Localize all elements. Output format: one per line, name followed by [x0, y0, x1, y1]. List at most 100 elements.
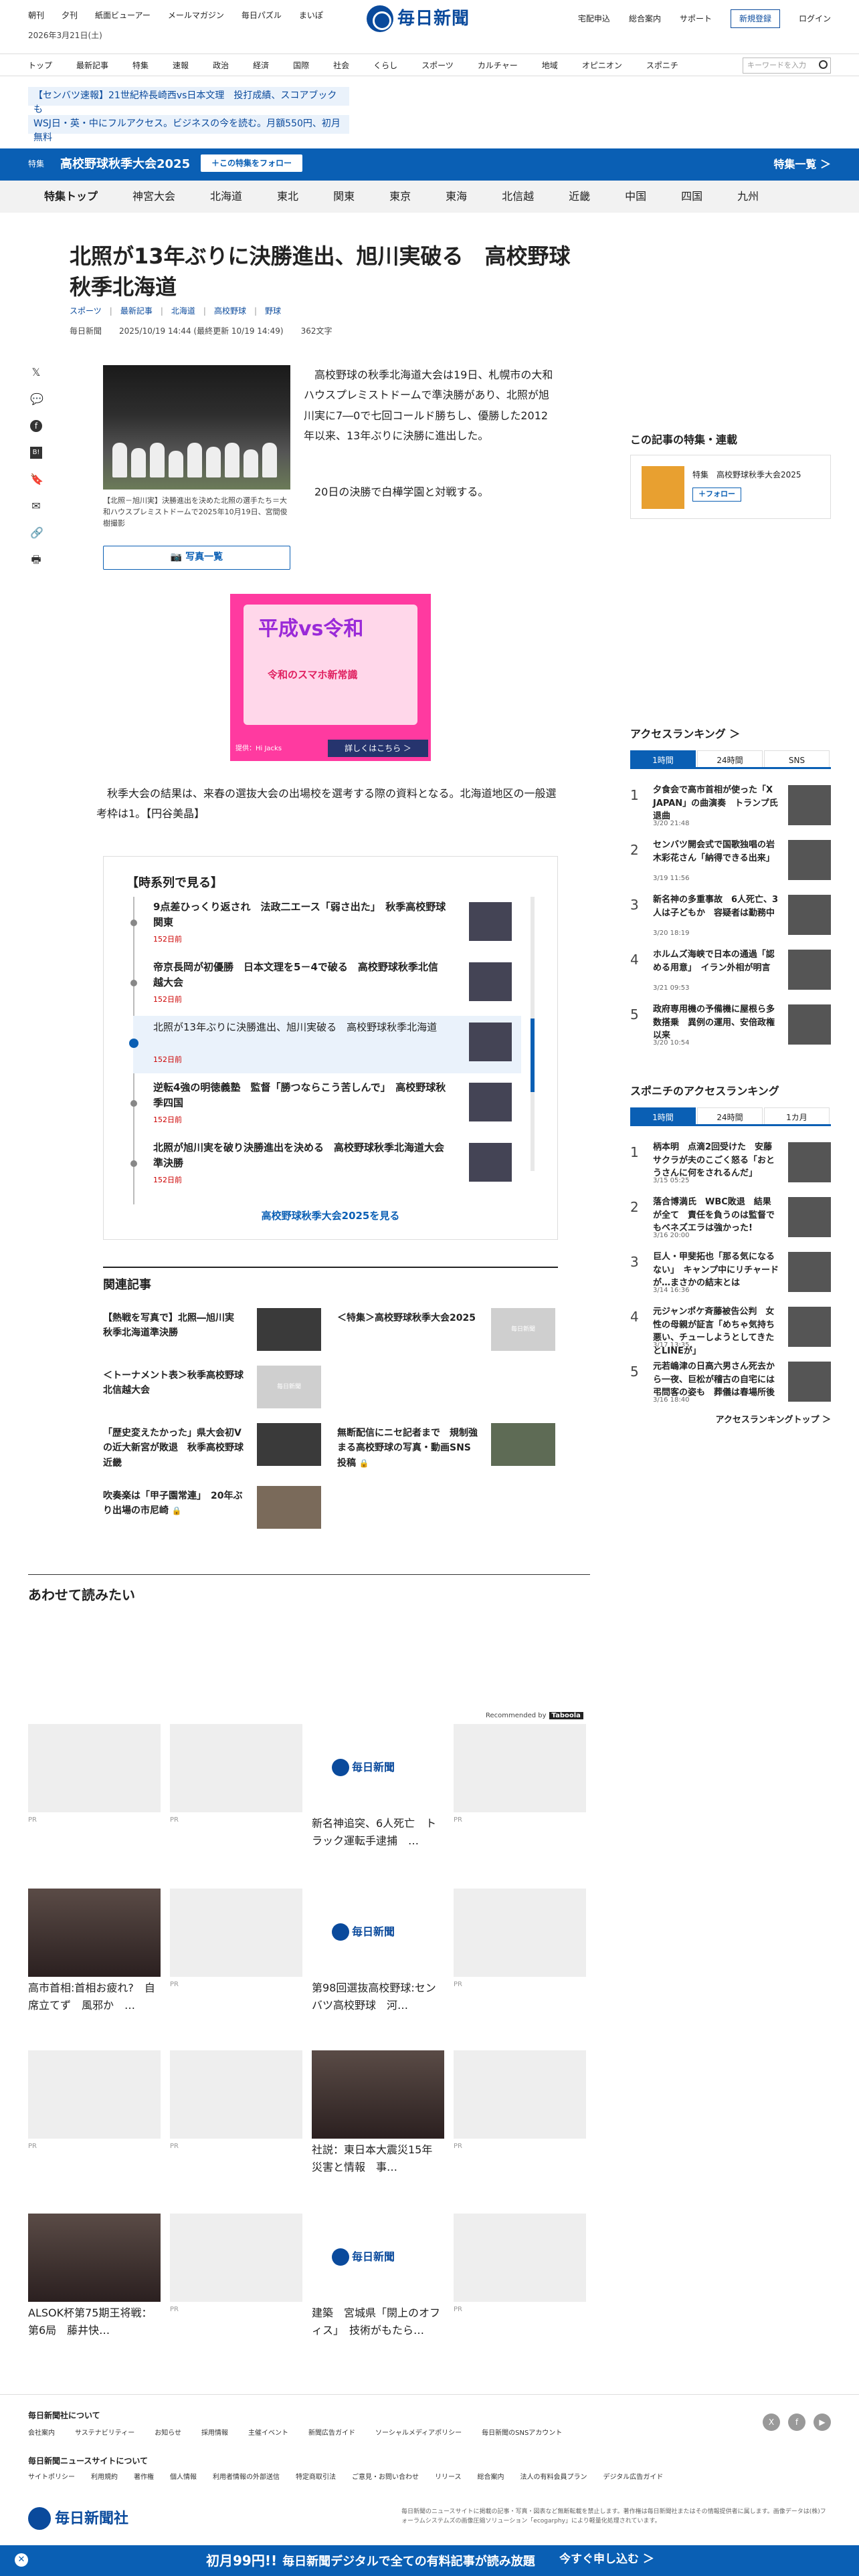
- cat-item[interactable]: 東京: [389, 189, 411, 205]
- recommend-card[interactable]: PR: [28, 2050, 161, 2151]
- cat-item[interactable]: 中国: [625, 189, 646, 205]
- recommend-card[interactable]: PR: [454, 1889, 586, 1990]
- breaking-banner[interactable]: 【センバツ速報】21世紀枠長崎西vs日本文理 投打成績、スコアブックも: [28, 87, 349, 115]
- comment-icon[interactable]: 💬: [30, 393, 43, 405]
- footer-link[interactable]: 総合案内: [478, 2472, 504, 2482]
- timeline-item[interactable]: 北照が旭川実を破り決勝進出を決める 高校野球秋季北海道大会準決勝 152日前: [130, 1136, 521, 1194]
- nav-item-opinion[interactable]: オピニオン: [582, 60, 622, 72]
- nav-item-feature[interactable]: 特集: [132, 60, 149, 72]
- recommend-card[interactable]: PR: [454, 2214, 586, 2315]
- timeline-item-current[interactable]: 北照が13年ぶりに決勝進出、旭川実破る 高校野球秋季北海道 152日前: [129, 1016, 521, 1073]
- recommend-card[interactable]: PR: [454, 2050, 586, 2151]
- tab-1m[interactable]: 1カ月: [764, 1107, 830, 1124]
- ranking-item[interactable]: 1 柄本明 点滴2回受けた 安藤サクラが夫のこごく怒る「おとうさんに何をされるんだ…: [630, 1136, 831, 1190]
- cat-item[interactable]: 東北: [277, 189, 298, 205]
- recommend-card[interactable]: PR: [170, 2050, 302, 2151]
- follow-feature-button[interactable]: ＋この特集をフォロー: [201, 154, 303, 172]
- related-item[interactable]: 無断配信にニセ記者まで 規制強まる高校野球の写真・動画SNS投稿 🔒: [337, 1423, 558, 1470]
- util-link-viewer[interactable]: 紙面ビューアー: [95, 9, 151, 21]
- related-item[interactable]: ＜特集＞高校野球秋季大会2025 毎日新聞: [337, 1308, 558, 1355]
- recommend-card[interactable]: PR: [454, 1724, 586, 1825]
- recommend-card[interactable]: 高市首相:首相お疲れ? 自席立てず 風邪か …: [28, 1889, 161, 2014]
- recommend-card[interactable]: ALSOK杯第75期王将戦：第6局 藤井快…: [28, 2214, 161, 2339]
- related-item[interactable]: 吹奏楽は「甲子園常連」 20年ぶり出場の市尼崎 🔒: [103, 1486, 324, 1533]
- footer-link[interactable]: サステナビリティー: [75, 2428, 134, 2438]
- feature-title[interactable]: 高校野球秋季大会2025: [60, 155, 190, 173]
- ranking-heading[interactable]: アクセスランキング ＞: [630, 726, 831, 742]
- close-icon[interactable]: ✕: [15, 2553, 28, 2567]
- recommend-card[interactable]: PR: [170, 2214, 302, 2315]
- ranking-item[interactable]: 5 元若嶋津の日高六男さん死去から一夜、巨松が稽古の自宅には弔問客の姿も 葬儀は春…: [630, 1355, 831, 1410]
- tag-link[interactable]: 高校野球: [214, 305, 246, 317]
- util-link-puzzle[interactable]: 毎日パズル: [242, 9, 282, 21]
- nav-item-culture[interactable]: カルチャー: [478, 60, 518, 72]
- recommend-card[interactable]: PR: [170, 1889, 302, 1990]
- cat-item[interactable]: 関東: [333, 189, 355, 205]
- footer-link[interactable]: サイトポリシー: [28, 2472, 75, 2482]
- tag-link[interactable]: スポーツ: [70, 305, 102, 317]
- ranking-item[interactable]: 3 新名神の多重事故 6人死亡、3人は子どもか 容疑者は勤務中 3/20 18:19: [630, 888, 831, 943]
- login-link[interactable]: ログイン: [799, 13, 831, 25]
- footer-link[interactable]: 毎日新聞のSNSアカウント: [482, 2428, 562, 2438]
- util-link-guide[interactable]: 総合案内: [629, 13, 661, 25]
- ad-banner[interactable]: 平成vs令和 令和のスマホ新常識 提供：Hi Jacks 詳しくはこちら ＞: [230, 594, 431, 761]
- search-icon[interactable]: [819, 60, 828, 69]
- recommend-card[interactable]: 毎日新聞 建築 宮城県「閖上のオフィス」 技術がもたら…: [312, 2214, 444, 2339]
- x-share-icon[interactable]: 𝕏: [30, 366, 42, 379]
- footer-link[interactable]: ソーシャルメディアポリシー: [375, 2428, 462, 2438]
- footer-company-logo[interactable]: 毎日新聞社: [28, 2507, 128, 2530]
- tag-link[interactable]: 北海道: [171, 305, 195, 317]
- bookmark-icon[interactable]: 🔖: [30, 473, 43, 486]
- timeline-item[interactable]: 帝京長岡が初優勝 日本文理を5－4で破る 高校野球秋季北信越大会 152日前: [130, 956, 521, 1013]
- footer-link[interactable]: デジタル広告ガイド: [603, 2472, 664, 2482]
- cta-subscribe-button[interactable]: 今すぐ申し込む ＞: [559, 2551, 654, 2569]
- nav-item-top[interactable]: トップ: [28, 60, 52, 72]
- recommend-card[interactable]: 毎日新聞 新名神追突、6人死亡 トラック運転手逮捕 …: [312, 1724, 444, 1849]
- recommend-card[interactable]: 毎日新聞 第98回選抜高校野球:センバツ高校野球 河…: [312, 1889, 444, 2014]
- footer-link[interactable]: 採用情報: [201, 2428, 228, 2438]
- ranking-item[interactable]: 5 政府専用機の予備機に屋根ら多数搭乗 異例の運用、安倍政権以来 3/20 10:5…: [630, 998, 831, 1053]
- tab-24h[interactable]: 24時間: [697, 750, 763, 767]
- cat-item[interactable]: 神宮大会: [132, 189, 175, 205]
- site-logo[interactable]: 毎日新聞: [367, 5, 470, 32]
- ranking-top-link[interactable]: アクセスランキングトップ ＞: [630, 1414, 832, 1427]
- scroll-thumb[interactable]: [531, 1018, 535, 1092]
- tab-24h[interactable]: 24時間: [697, 1107, 763, 1124]
- timeline-more-link[interactable]: 高校野球秋季大会2025を見る: [104, 1208, 557, 1224]
- timeline-scrollbar[interactable]: [531, 897, 535, 1171]
- footer-link[interactable]: 利用規約: [91, 2472, 118, 2482]
- nav-item-local[interactable]: 地域: [542, 60, 558, 72]
- nav-item-society[interactable]: 社会: [333, 60, 349, 72]
- article-photo[interactable]: [103, 365, 290, 490]
- ranking-item[interactable]: 4 元ジャンポケ斉藤被告公判 女性の母親が証言「めちゃ気持ち悪い、チューしようとし…: [630, 1300, 831, 1356]
- footer-link[interactable]: 特定商取引法: [296, 2472, 336, 2482]
- footer-link[interactable]: 法人の有料会員プラン: [520, 2472, 587, 2482]
- ranking-item[interactable]: 1 夕食会で高市首相が使った「X JAPAN」の曲演奏 トランプ氏退曲 3/20 2…: [630, 778, 831, 833]
- mail-icon[interactable]: ✉: [30, 500, 42, 512]
- promo-banner[interactable]: WSJ日・英・中にフルアクセス。ビジネスの今を読む。月額550円、初月無料: [28, 115, 349, 143]
- sidebar-feature-card[interactable]: 特集 高校野球秋季大会2025 ＋フォロー: [630, 455, 831, 519]
- related-item[interactable]: ＜トーナメント表＞秋季高校野球北信越大会 毎日新聞: [103, 1366, 324, 1412]
- ranking-item[interactable]: 2 落合博満氏 WBC敗退 結果が全て 責任を負うのは監督でもベネズエラは強かった…: [630, 1190, 831, 1245]
- nav-item-world[interactable]: 国際: [293, 60, 309, 72]
- util-link-morning[interactable]: 朝刊: [28, 9, 44, 21]
- nav-item-sports[interactable]: スポーツ: [421, 60, 454, 72]
- nav-item-latest[interactable]: 最新記事: [76, 60, 108, 72]
- nav-item-series[interactable]: 速報: [173, 60, 189, 72]
- tag-link[interactable]: 最新記事: [120, 305, 153, 317]
- photo-list-button[interactable]: 📷 写真一覧: [103, 546, 290, 570]
- nav-item-sponichi[interactable]: スポニチ: [646, 60, 678, 72]
- timeline-item[interactable]: 9点差ひっくり返され 法政二エース「弱さ出た」 秋季高校野球関東 152日前: [130, 895, 521, 953]
- ad-detail-button[interactable]: 詳しくはこちら ＞: [328, 740, 428, 757]
- youtube-icon[interactable]: ▶: [814, 2413, 831, 2431]
- footer-link[interactable]: ご意見・お問い合わせ: [352, 2472, 419, 2482]
- footer-link[interactable]: 著作権: [134, 2472, 154, 2482]
- cat-item[interactable]: 北海道: [210, 189, 242, 205]
- register-button[interactable]: 新規登録: [730, 9, 780, 28]
- cat-item[interactable]: 近畿: [569, 189, 590, 205]
- feature-list-link[interactable]: 特集一覧 ＞: [773, 156, 831, 173]
- related-item[interactable]: 【熱戦を写真で】北照―旭川実 秋季北海道準決勝: [103, 1308, 324, 1355]
- util-link-support[interactable]: サポート: [680, 13, 712, 25]
- ranking-item[interactable]: 4 ホルムズ海峡で日本の通過「認める用意」 イラン外相が明言 3/21 09:53: [630, 943, 831, 998]
- footer-link[interactable]: リリース: [435, 2472, 462, 2482]
